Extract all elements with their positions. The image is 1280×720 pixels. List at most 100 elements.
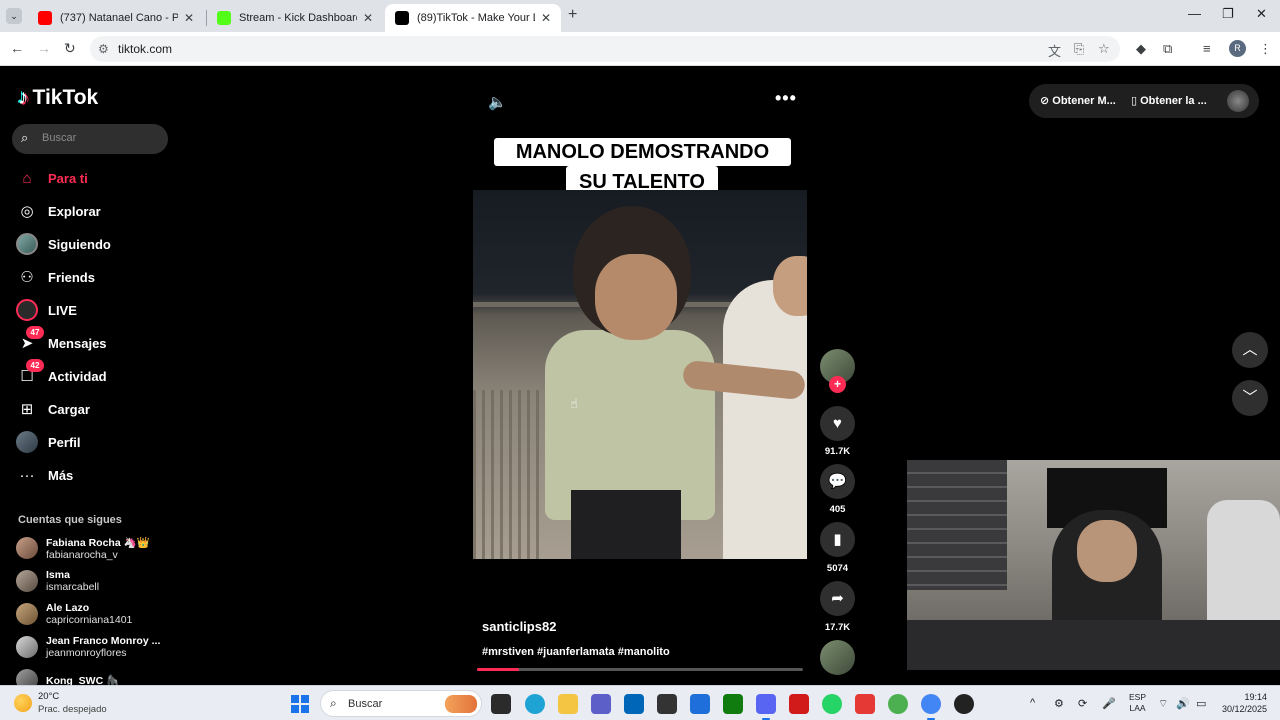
heart-icon: ♥ [833,415,842,432]
search-input[interactable]: ⌕ Buscar [12,124,168,154]
system-clock[interactable]: 19:14 30/12/2025 [1219,691,1267,715]
previous-video-button[interactable]: ︿ [1232,332,1268,368]
browser-menu-icon[interactable]: ⋮ [1259,41,1272,57]
minimize-icon[interactable]: — [1188,6,1201,21]
following-account[interactable]: Jean Franco Monroy ... jeanmonroyflores [16,632,160,662]
chrome-active-icon[interactable] [921,694,941,720]
like-button[interactable]: ♥ [820,406,855,441]
browser-tab-kick[interactable]: Stream - Kick Dashboard ✕ [207,4,383,32]
profile-avatar [16,431,38,453]
account-handle: ismarcabell [46,581,100,593]
browser-tab-youtube[interactable]: (737) Natanael Cano - Pacas De ✕ [28,4,204,32]
app-icon[interactable] [855,694,875,714]
nav-mas[interactable]: ··· Más [16,463,74,487]
following-account[interactable]: Fabiana Rocha 🦄👑 fabianarocha_v [16,533,150,563]
obs-icon[interactable] [657,694,677,714]
volume-icon[interactable]: 🔊 [1176,697,1190,710]
save-button[interactable]: ▮ [820,522,855,557]
get-app-button[interactable]: ▯ Obtener la ... [1131,94,1207,107]
store-icon[interactable] [624,694,644,714]
next-video-button[interactable]: ﹀ [1232,380,1268,416]
kick-icon [217,11,231,25]
maximize-icon[interactable]: ❐ [1222,6,1234,22]
nav-perfil[interactable]: Perfil [16,430,81,454]
taskbar-search-placeholder: Buscar [348,698,383,710]
tray-icon[interactable]: ⚙ [1054,697,1064,710]
weather-status[interactable]: Prac. despejado [38,704,107,715]
tiktok-logo[interactable]: ♪ TikTok [18,86,98,110]
comment-icon: 💬 [828,473,847,490]
tab-search-button[interactable]: ⌄ [6,8,22,24]
battery-icon[interactable]: ▭ [1196,697,1206,710]
following-account[interactable]: Isma ismarcabell [16,566,99,596]
back-icon[interactable]: ← [10,40,24,56]
nav-para-ti[interactable]: ⌂ Para ti [16,166,87,190]
tray-icon[interactable]: ⟳ [1078,697,1087,710]
edge-icon[interactable] [525,694,545,714]
file-explorer-icon[interactable] [558,694,578,714]
discord-icon[interactable] [756,694,776,720]
following-account[interactable]: Kong_SWC 🦍 [16,665,119,685]
comment-button[interactable]: 💬 [820,464,855,499]
language-indicator[interactable]: ESP LAA [1129,692,1146,714]
reload-icon[interactable]: ↻ [64,40,76,57]
volume-icon[interactable]: 🔈 [488,93,507,111]
video-scene-boy-face [595,254,677,340]
video-author[interactable]: santiclips82 [482,619,556,634]
video-hashtags[interactable]: #mrstiven #juanferlamata #manolito [482,646,670,658]
following-header: Cuentas que sigues [18,514,122,526]
user-avatar[interactable] [1227,90,1249,112]
whatsapp-icon[interactable] [822,694,842,714]
extensions-puzzle-icon[interactable]: ⧉ [1163,41,1172,57]
task-view-icon[interactable] [491,694,511,714]
translate-icon[interactable]: 文 [1048,41,1061,60]
extension-icon[interactable]: ◆ [1136,41,1146,57]
music-disc-avatar[interactable] [820,640,855,675]
install-app-icon[interactable]: ⎘ [1074,41,1084,57]
browser-tab-tiktok[interactable]: (89)TikTok - Make Your Day ✕ [385,4,561,32]
browser-toolbar: ← → ↻ ⚙ tiktok.com 文 ⎘ ☆ ◆ ⧉ ≡ R ⋮ [0,32,1280,66]
follow-plus-icon[interactable]: + [829,376,846,393]
language-line1: ESP [1129,692,1147,702]
nav-actividad[interactable]: ☐ 42 Actividad [16,359,107,388]
close-tab-icon[interactable]: ✕ [541,11,551,25]
video-scene-man-head [773,256,807,316]
more-options-icon[interactable]: ••• [775,88,797,109]
app-icon[interactable] [954,694,974,714]
video-progress-bar[interactable] [477,668,803,671]
tray-overflow-icon[interactable]: ^ [1030,697,1035,709]
weather-temperature[interactable]: 20°C [38,691,59,702]
close-window-icon[interactable]: ✕ [1256,6,1267,22]
nav-explorar[interactable]: ◎ Explorar [16,199,100,223]
following-account[interactable]: Ale Lazo capricorniana1401 [16,599,132,629]
app-icon[interactable] [690,694,710,714]
nav-friends[interactable]: ⚇ Friends [16,265,95,289]
taskbar-search[interactable]: ⌕ Buscar [320,690,482,717]
teams-icon[interactable] [591,694,611,714]
weather-icon[interactable] [14,694,32,712]
share-button[interactable]: ➦ [820,581,855,616]
nav-cargar[interactable]: ⊞ Cargar [16,397,90,421]
bookmark-star-icon[interactable]: ☆ [1098,41,1110,57]
nav-live[interactable]: LIVE [16,298,77,322]
microphone-icon[interactable]: 🎤 [1102,697,1116,710]
chrome-icon[interactable] [888,694,908,714]
search-highlight-image [445,695,477,713]
nav-siguiendo[interactable]: Siguiendo [16,232,111,256]
video-player[interactable] [473,190,807,559]
get-coins-button[interactable]: ⊘ Obtener M... [1040,94,1116,107]
xbox-icon[interactable] [723,694,743,714]
recording-app-icon[interactable] [789,694,809,714]
reading-list-icon[interactable]: ≡ [1203,41,1211,56]
close-tab-icon[interactable]: ✕ [363,11,373,25]
profile-avatar[interactable]: R [1229,40,1246,57]
forward-icon[interactable]: → [37,40,51,56]
start-button[interactable] [291,695,309,713]
nav-mensajes[interactable]: ➤ 47 Mensajes [16,326,107,355]
close-tab-icon[interactable]: ✕ [184,11,194,25]
wifi-icon[interactable]: ⌔ [1158,697,1168,711]
site-info-icon[interactable]: ⚙ [98,42,109,56]
nav-label: Actividad [48,368,107,384]
new-tab-icon[interactable]: + [568,6,577,24]
address-bar[interactable]: ⚙ tiktok.com 文 ⎘ ☆ [90,36,1120,62]
